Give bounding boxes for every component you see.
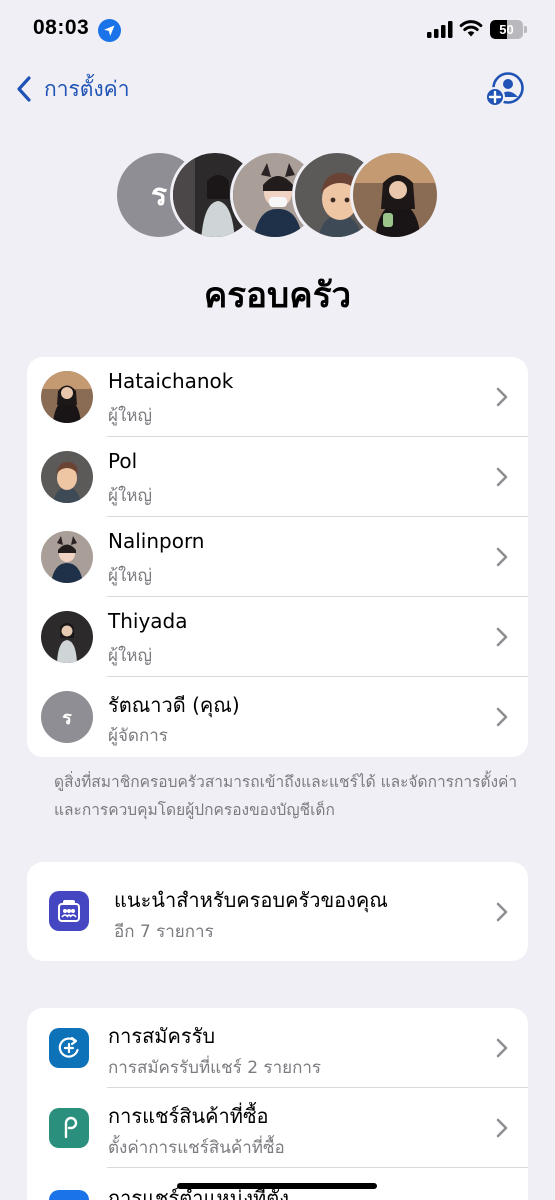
back-label: การตั้งค่า [44, 76, 130, 101]
chevron-right-icon [496, 1118, 508, 1138]
purchase-sharing-title: การแชร์สินค้าที่ซื้อ [108, 1104, 269, 1128]
recommendations-subtitle: อีก 7 รายการ [114, 922, 214, 942]
features-list: การสมัครรับ การสมัครรับที่แชร์ 2 รายการ … [27, 1008, 528, 1200]
member-name: Thiyada [108, 609, 188, 633]
home-indicator [177, 1183, 377, 1189]
subscriptions-title: การสมัครรับ [108, 1024, 216, 1048]
member-role: ผู้ใหญ่ [108, 486, 152, 506]
member-role: ผู้ใหญ่ [108, 646, 152, 666]
member-role: ผู้ใหญ่ [108, 566, 152, 586]
subscriptions-icon [49, 1028, 89, 1068]
member-avatar [41, 611, 93, 663]
member-role: ผู้ใหญ่ [108, 406, 152, 426]
chevron-right-icon [496, 627, 508, 647]
member-avatar [41, 531, 93, 583]
chevron-right-icon [496, 902, 508, 922]
member-row-pol[interactable]: Pol ผู้ใหญ่ [27, 437, 528, 517]
member-row-hataichanok[interactable]: Hataichanok ผู้ใหญ่ [27, 357, 528, 437]
family-avatar-group: ร [0, 150, 555, 242]
member-avatar: ร [41, 691, 93, 743]
subscriptions-row[interactable]: การสมัครรับ การสมัครรับที่แชร์ 2 รายการ [27, 1008, 528, 1088]
wifi-icon [459, 20, 483, 37]
chevron-left-icon [17, 76, 31, 102]
location-sharing-icon [49, 1190, 89, 1200]
member-row-self[interactable]: ร รัตณาวดี (คุณ) ผู้จัดการ [27, 677, 528, 757]
back-button[interactable]: การตั้งค่า [14, 70, 130, 108]
chevron-right-icon [496, 547, 508, 567]
member-photo-hataichanok [350, 150, 440, 240]
battery-indicator: 50 [490, 20, 527, 39]
family-checklist-icon [49, 891, 89, 931]
subscriptions-subtitle: การสมัครรับที่แชร์ 2 รายการ [108, 1058, 322, 1078]
cellular-signal-icon [427, 21, 453, 38]
chevron-right-icon [496, 467, 508, 487]
status-bar: 08:03 50 [0, 0, 555, 62]
add-family-member-icon[interactable] [484, 70, 524, 108]
battery-level: 50 [499, 22, 514, 37]
recommendations-card: แนะนำสำหรับครอบครัวของคุณ อีก 7 รายการ [27, 862, 528, 961]
status-time: 08:03 [33, 16, 90, 39]
members-list: Hataichanok ผู้ใหญ่ Pol ผู้ใหญ่ Nalinpor… [27, 357, 528, 757]
chevron-right-icon [496, 707, 508, 727]
purchase-sharing-row[interactable]: การแชร์สินค้าที่ซื้อ ตั้งค่าการแชร์สินค้… [27, 1088, 528, 1168]
members-note: ดูสิ่งที่สมาชิกครอบครัวสามารถเข้าถึงและแ… [54, 773, 518, 819]
member-role: ผู้จัดการ [108, 726, 168, 746]
recommendations-title: แนะนำสำหรับครอบครัวของคุณ [114, 888, 388, 912]
purchase-sharing-icon [49, 1108, 89, 1148]
member-name: Pol [108, 449, 138, 473]
member-name: Hataichanok [108, 369, 234, 393]
member-name: รัตณาวดี (คุณ) [108, 693, 240, 717]
member-avatar [41, 371, 93, 423]
page-title: ครอบครัว [203, 276, 352, 316]
member-name: Nalinporn [108, 529, 205, 553]
recommendations-row[interactable]: แนะนำสำหรับครอบครัวของคุณ อีก 7 รายการ [27, 862, 528, 961]
purchase-sharing-subtitle: ตั้งค่าการแชร์สินค้าที่ซื้อ [108, 1138, 285, 1158]
member-row-nalinporn[interactable]: Nalinporn ผู้ใหญ่ [27, 517, 528, 597]
location-arrow-icon [98, 19, 121, 42]
member-avatar [41, 451, 93, 503]
chevron-right-icon [496, 387, 508, 407]
member-row-thiyada[interactable]: Thiyada ผู้ใหญ่ [27, 597, 528, 677]
chevron-right-icon [496, 1038, 508, 1058]
